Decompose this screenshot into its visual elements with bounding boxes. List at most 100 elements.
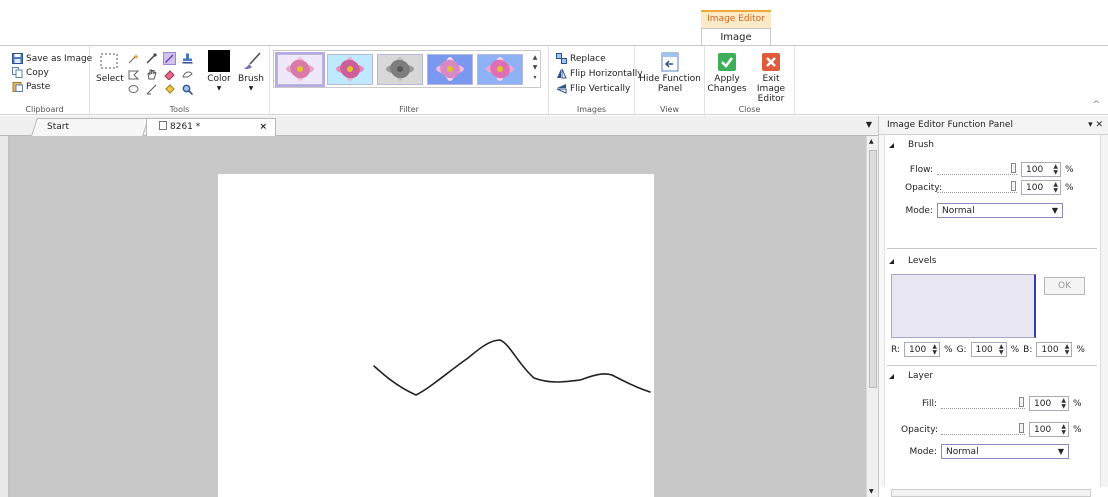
lasso-rect-icon[interactable] xyxy=(128,69,139,80)
layer-opacity-input[interactable]: 100 ▲ ▼ xyxy=(1029,422,1069,437)
panel-horizontal-scrollbar[interactable] xyxy=(891,489,1091,497)
filter-thumb-cool[interactable] xyxy=(327,54,373,85)
flow-input[interactable]: 100 ▲ ▼ xyxy=(1021,162,1061,177)
g-input[interactable]: 100 ▲ ▼ xyxy=(970,342,1007,357)
r-input[interactable]: 100 ▲ ▼ xyxy=(904,342,941,357)
brush-dropdown-icon: ▼ xyxy=(248,85,254,92)
spinner-arrows-icon[interactable]: ▲ ▼ xyxy=(999,344,1004,356)
fill-input[interactable]: 100 ▲ ▼ xyxy=(1029,396,1069,411)
r-value: 100 xyxy=(909,344,927,355)
mode-label: Mode: xyxy=(905,205,933,216)
canvas-vertical-scrollbar[interactable]: ▲ ▼ xyxy=(866,136,878,497)
opacity-slider-knob[interactable] xyxy=(1011,181,1016,191)
spinner-arrows-icon[interactable]: ▲ ▼ xyxy=(1053,164,1058,176)
opacity-slider[interactable] xyxy=(937,181,1017,193)
canvas-left-rail xyxy=(0,136,9,497)
eraser-icon[interactable] xyxy=(164,69,175,80)
canvas-area[interactable] xyxy=(0,136,866,497)
tab-close-icon[interactable]: × xyxy=(259,119,267,135)
drawing-canvas[interactable] xyxy=(218,174,654,497)
tab-start[interactable]: Start xyxy=(31,118,149,136)
apply-label-2: Changes xyxy=(707,84,747,94)
spinner-arrows-icon[interactable]: ▲ ▼ xyxy=(1061,398,1066,410)
opacity-value: 100 xyxy=(1026,182,1044,193)
close-x-icon xyxy=(762,53,780,71)
fill-slider-knob[interactable] xyxy=(1019,397,1024,407)
brush-mode-select[interactable]: Normal ▼ xyxy=(937,203,1063,218)
hide-panel-icon xyxy=(661,52,679,72)
opacity-label: Opacity: xyxy=(905,182,942,193)
r-percent: % xyxy=(944,344,953,355)
filter-thumb-grayscale[interactable] xyxy=(377,54,423,85)
tools-group-label: Tools xyxy=(169,105,190,114)
flow-slider-knob[interactable] xyxy=(1011,163,1016,173)
filter-thumb-vivid[interactable] xyxy=(477,54,523,85)
spinner-arrows-icon[interactable]: ▲ ▼ xyxy=(1053,182,1058,194)
brush-section-header[interactable]: Brush xyxy=(889,140,934,150)
layer-section-header[interactable]: Layer xyxy=(889,371,933,381)
line-icon[interactable] xyxy=(146,84,157,95)
color-button[interactable]: Color ▼ xyxy=(205,50,233,94)
spinner-arrows-icon[interactable]: ▲ ▼ xyxy=(1061,424,1066,436)
flip-vertically-label: Flip Vertically xyxy=(570,83,631,94)
document-icon xyxy=(159,121,167,130)
brush-label: Brush xyxy=(238,74,264,84)
b-input[interactable]: 100 ▲ ▼ xyxy=(1036,342,1073,357)
scroll-down-icon[interactable]: ▼ xyxy=(869,488,874,495)
view-group: Hide Function Panel View xyxy=(635,46,705,116)
chevron-down-icon: ▼ xyxy=(1057,447,1064,456)
apply-changes-button[interactable]: Apply Changes xyxy=(707,52,747,94)
flip-vertically-button[interactable]: Flip Vertically xyxy=(556,82,630,95)
collapse-ribbon-icon[interactable]: ^ xyxy=(1092,100,1100,110)
fill-slider[interactable] xyxy=(941,397,1025,409)
save-as-image-button[interactable]: Save as Image xyxy=(12,52,92,65)
layer-opacity-slider[interactable] xyxy=(941,423,1025,435)
exit-image-editor-button[interactable]: Exit Image Editor xyxy=(749,52,793,104)
shape-icon[interactable] xyxy=(182,69,193,80)
stamp-icon[interactable] xyxy=(182,53,193,64)
filter-thumb-blue[interactable] xyxy=(427,54,473,85)
paste-label: Paste xyxy=(26,81,51,92)
panel-vertical-scrollbar[interactable] xyxy=(1100,135,1108,487)
lasso-icon[interactable] xyxy=(128,84,139,95)
tab-image[interactable]: Image xyxy=(701,28,771,46)
hide-function-panel-button[interactable]: Hide Function Panel xyxy=(639,52,701,94)
tab-list-dropdown-icon[interactable]: ▼ xyxy=(866,120,872,129)
levels-ok-button[interactable]: OK xyxy=(1044,277,1085,295)
tab-start-label: Start xyxy=(47,122,69,132)
paste-button[interactable]: Paste xyxy=(12,80,50,93)
filter-gallery-scroll[interactable]: ▲ ▼ ▾ xyxy=(531,53,539,83)
magic-wand-icon[interactable] xyxy=(128,53,139,64)
hand-icon[interactable] xyxy=(146,69,157,80)
flow-slider[interactable] xyxy=(937,163,1017,175)
eyedropper-icon[interactable] xyxy=(146,53,157,64)
layer-mode-select[interactable]: Normal ▼ xyxy=(941,444,1069,459)
zoom-icon[interactable] xyxy=(182,84,193,95)
copy-button[interactable]: Copy xyxy=(12,66,49,79)
filter-thumb-original[interactable] xyxy=(275,52,325,87)
filter-group: ▲ ▼ ▾ Filter xyxy=(270,46,549,116)
fill-value: 100 xyxy=(1034,398,1052,409)
spinner-arrows-icon[interactable]: ▲ ▼ xyxy=(932,344,937,356)
spinner-arrows-icon[interactable]: ▲ ▼ xyxy=(1065,344,1070,356)
levels-section-header[interactable]: Levels xyxy=(889,256,936,266)
tab-document-active[interactable]: 8261 * × xyxy=(146,118,276,136)
filter-gallery: ▲ ▼ ▾ xyxy=(273,50,541,88)
layer-opacity-slider-knob[interactable] xyxy=(1019,423,1024,433)
paint-bucket-icon[interactable] xyxy=(164,84,175,95)
brush-opacity-row: Opacity: 100 ▲ ▼ % xyxy=(905,180,1074,195)
scroll-up-icon[interactable]: ▲ xyxy=(869,138,874,145)
panel-close-icon[interactable]: ▾ ✕ xyxy=(1088,116,1103,134)
select-button[interactable]: Select xyxy=(96,52,124,84)
opacity-input[interactable]: 100 ▲ ▼ xyxy=(1021,180,1061,195)
exit-label-2: Editor xyxy=(757,94,785,104)
levels-histogram[interactable] xyxy=(891,274,1036,338)
brush-button[interactable]: Brush ▼ xyxy=(236,50,266,94)
panel-splitter[interactable] xyxy=(879,135,885,487)
replace-button[interactable]: Replace xyxy=(556,52,606,65)
layer-section-title: Layer xyxy=(908,371,934,381)
pencil-brush-icon[interactable] xyxy=(163,52,176,65)
layer-opacity-row: Opacity: 100 ▲ ▼ % xyxy=(901,422,1082,437)
flip-horizontally-button[interactable]: Flip Horizontally xyxy=(556,67,643,80)
scrollbar-thumb[interactable] xyxy=(869,150,877,388)
